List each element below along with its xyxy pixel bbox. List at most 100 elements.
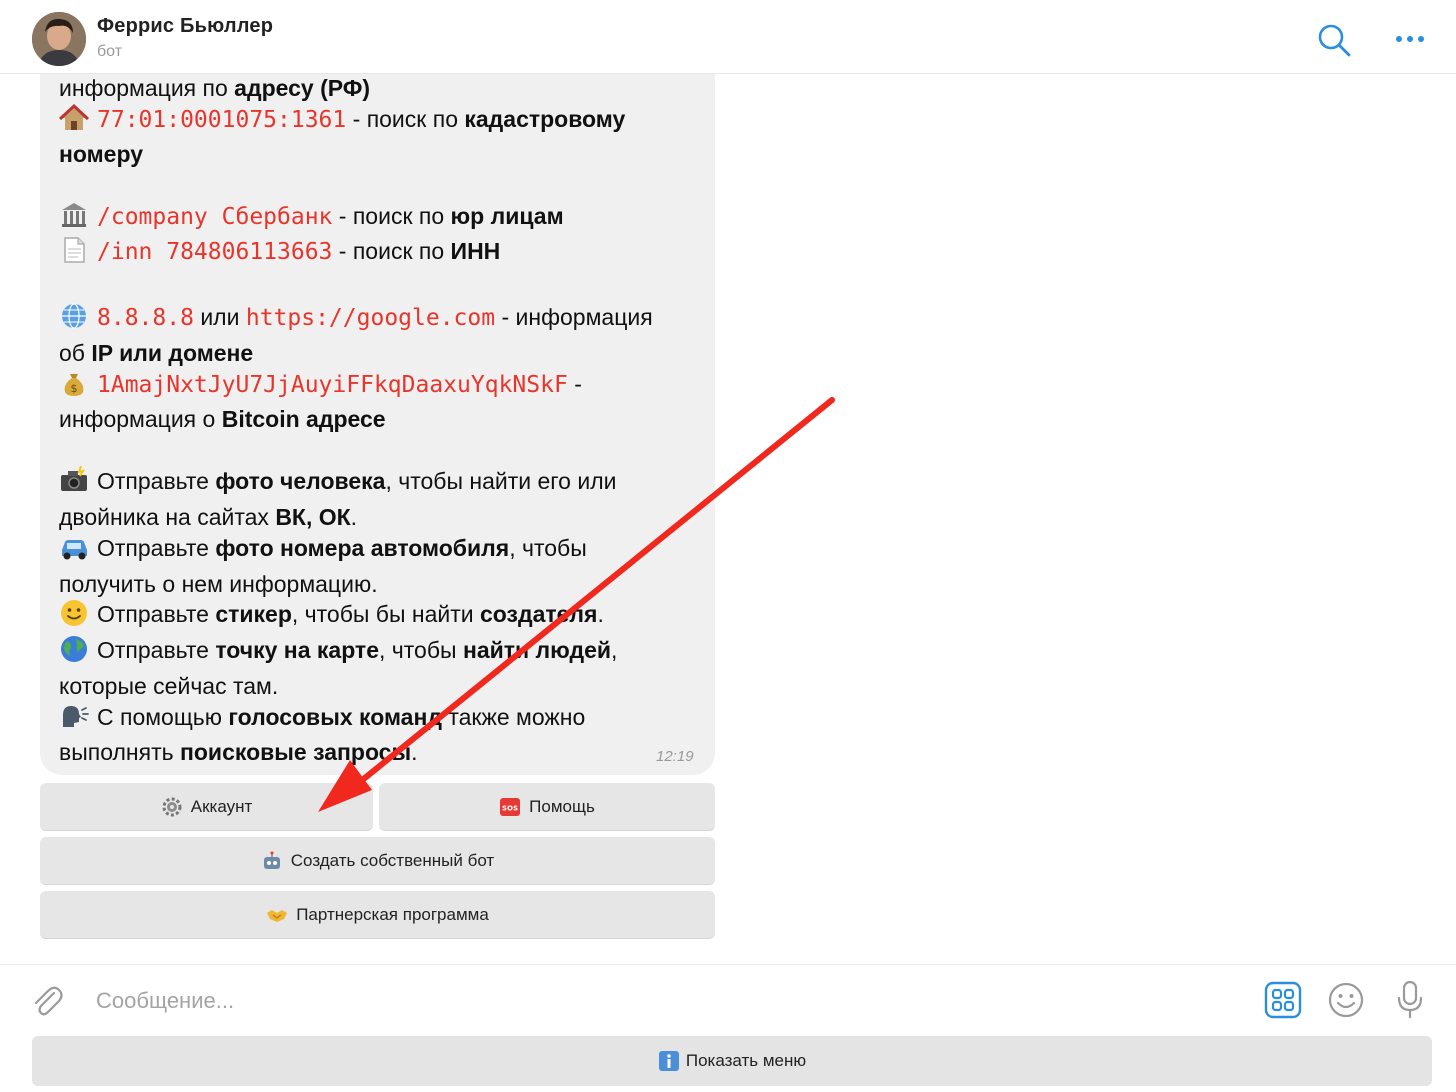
message-line: С помощью голосовых команд также можно bbox=[59, 700, 585, 734]
message-line: выполнять поисковые запросы. bbox=[59, 735, 418, 769]
ip-command[interactable]: 8.8.8.8 bbox=[97, 305, 194, 331]
company-command[interactable]: /company Сбербанк bbox=[97, 204, 332, 230]
inn-command[interactable]: /inn 784806113663 bbox=[97, 239, 332, 265]
text: , чтобы bbox=[509, 535, 587, 561]
bold-text: найти людей bbox=[462, 637, 612, 663]
chat-header: Феррис Бьюллер бот bbox=[0, 0, 1456, 74]
bold-text: фото номера автомобиля bbox=[215, 535, 510, 561]
text: Отправьте bbox=[97, 601, 216, 627]
partner-program-button-label: Партнерская программа bbox=[296, 904, 489, 924]
bold-text: поисковые запросы bbox=[179, 739, 412, 765]
message-composer bbox=[0, 964, 1456, 1034]
help-button-label: Помощь bbox=[529, 796, 595, 816]
bold-text: юр лицам bbox=[450, 203, 564, 229]
text: которые сейчас там. bbox=[59, 673, 279, 699]
bold-text: стикер bbox=[215, 601, 292, 627]
text: или bbox=[193, 304, 246, 330]
message-line: об IP или домене bbox=[59, 336, 253, 370]
bold-text: адресу (РФ) bbox=[234, 75, 371, 101]
bold-text: голосовых команд bbox=[228, 704, 442, 730]
text: , чтобы бы найти bbox=[291, 601, 481, 627]
create-bot-button[interactable]: Создать собственный бот bbox=[40, 837, 715, 885]
text: . bbox=[350, 504, 358, 530]
message-input[interactable] bbox=[96, 983, 1236, 1019]
bold-text: Bitcoin адресе bbox=[221, 406, 386, 432]
paperclip-icon[interactable] bbox=[30, 983, 64, 1019]
emoji-icon[interactable] bbox=[1327, 981, 1365, 1019]
create-bot-button-label: Создать собственный бот bbox=[290, 850, 495, 870]
sos-badge-text: SOS bbox=[502, 804, 518, 812]
message-line: двойника на сайтах ВК, ОК. bbox=[59, 500, 357, 534]
text: . bbox=[411, 739, 418, 765]
car-icon bbox=[62, 540, 87, 560]
text: выполнять bbox=[59, 739, 180, 765]
more-icon[interactable] bbox=[1390, 24, 1430, 54]
chat-title: Феррис Бьюллер bbox=[97, 15, 274, 37]
message-line: номеру bbox=[59, 137, 143, 171]
show-menu-button[interactable]: Показать меню bbox=[32, 1036, 1432, 1086]
message-time: 12:19 bbox=[656, 748, 694, 765]
text: - поиск по bbox=[332, 203, 451, 229]
bold-text: кадастровому bbox=[464, 106, 626, 132]
speaking-head-icon bbox=[63, 706, 89, 727]
bold-text: IP или домене bbox=[91, 340, 254, 366]
search-icon[interactable] bbox=[1316, 22, 1352, 58]
cadastral-command[interactable]: 77:01:0001075:1361 bbox=[97, 107, 346, 133]
text: информация по bbox=[59, 75, 235, 101]
account-button[interactable]: Аккаунт bbox=[40, 783, 373, 831]
microphone-icon[interactable] bbox=[1392, 979, 1428, 1019]
domain-link[interactable]: https://google.com bbox=[246, 305, 495, 331]
message-line: Отправьте точку на карте, чтобы найти лю… bbox=[59, 633, 617, 667]
message-line: получить о нем информацию. bbox=[59, 567, 378, 601]
text: - информация bbox=[495, 304, 653, 330]
bold-text: создателя bbox=[480, 601, 598, 627]
handshake-icon bbox=[267, 909, 288, 922]
text: Отправьте bbox=[97, 637, 216, 663]
text: , чтобы найти его или bbox=[385, 468, 617, 494]
show-menu-label: Показать меню bbox=[685, 1051, 807, 1070]
text: Отправьте bbox=[97, 468, 216, 494]
text: получить о нем информацию. bbox=[59, 571, 378, 597]
bot-keyboard-icon[interactable] bbox=[1264, 981, 1302, 1019]
text: - поиск по bbox=[346, 106, 465, 132]
money-bag-icon: $ bbox=[64, 374, 84, 396]
message-line: $ 1AmajNxtJyU7JjAuyiFFkqDaaxuYqkNSkF - bbox=[59, 367, 582, 401]
avatar-image bbox=[32, 12, 86, 66]
account-button-label: Аккаунт bbox=[190, 796, 253, 816]
partner-program-button[interactable]: Партнерская программа bbox=[40, 891, 715, 939]
bold-text: фото человека bbox=[215, 468, 386, 494]
message-line: информация по адресу (РФ) bbox=[59, 74, 370, 105]
camera-flash-icon bbox=[61, 465, 87, 491]
message-area[interactable]: информация по адресу (РФ) 77:01:0001075:… bbox=[0, 74, 1456, 964]
text: - поиск по bbox=[332, 238, 451, 264]
document-icon bbox=[64, 237, 85, 263]
message-line: Отправьте фото человека, чтобы найти его… bbox=[59, 464, 616, 498]
earth-globe-icon bbox=[61, 636, 87, 662]
help-button[interactable]: SOS Помощь bbox=[379, 783, 715, 831]
avatar[interactable] bbox=[32, 12, 86, 66]
text: , чтобы bbox=[379, 637, 463, 663]
text: С помощью bbox=[97, 704, 229, 730]
svg-text:$: $ bbox=[71, 382, 78, 395]
message-line: которые сейчас там. bbox=[59, 669, 278, 703]
robot-icon bbox=[263, 851, 280, 869]
chat-status: бот bbox=[97, 43, 123, 60]
bold-text: ИНН bbox=[450, 238, 501, 264]
text: . bbox=[597, 601, 604, 627]
bold-text: номеру bbox=[59, 141, 143, 167]
text: информация о bbox=[59, 406, 222, 432]
text: также можно bbox=[441, 704, 586, 730]
text: об bbox=[59, 340, 92, 366]
bank-icon bbox=[62, 203, 86, 227]
message-line: 8.8.8.8 или https://google.com - информа… bbox=[59, 300, 653, 334]
gear-icon bbox=[162, 797, 182, 816]
text: , bbox=[611, 637, 618, 663]
message-line: Отправьте стикер, чтобы бы найти создате… bbox=[59, 597, 604, 631]
smiley-emoji-icon bbox=[61, 600, 87, 626]
bitcoin-address[interactable]: 1AmajNxtJyU7JjAuyiFFkqDaaxuYqkNSkF bbox=[97, 372, 568, 398]
info-icon bbox=[658, 1051, 679, 1071]
text: двойника на сайтах bbox=[59, 504, 276, 530]
message-line: 77:01:0001075:1361 - поиск по кадастрово… bbox=[59, 102, 625, 136]
message-line: /company Сбербанк - поиск по юр лицам bbox=[59, 199, 564, 233]
bold-text: ВК, ОК bbox=[275, 504, 351, 530]
